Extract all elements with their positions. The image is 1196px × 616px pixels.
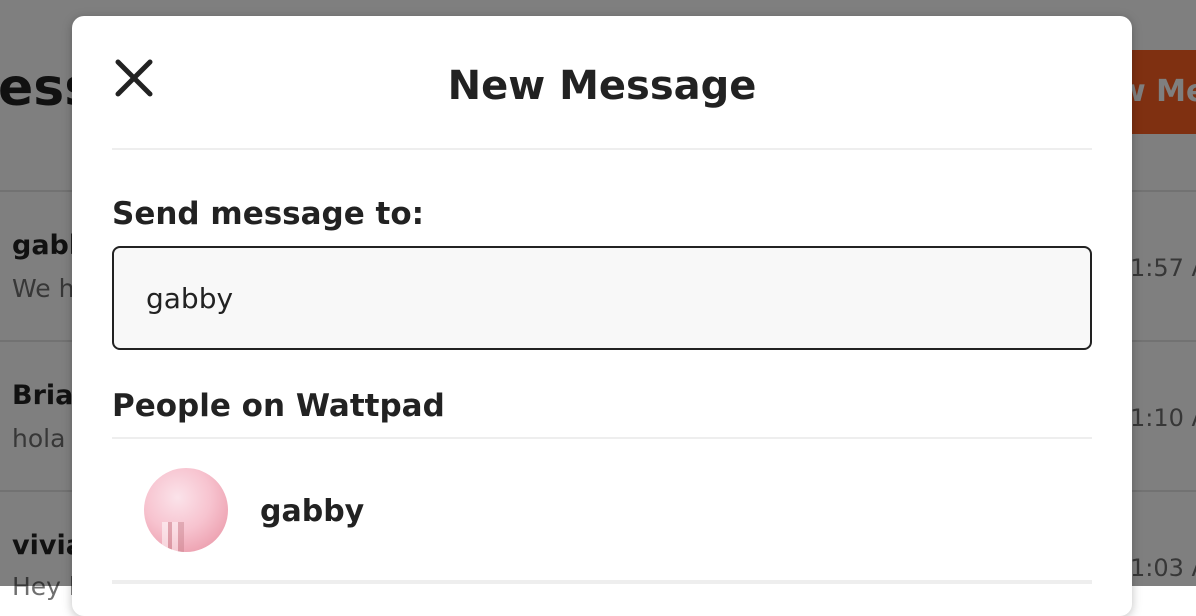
list-divider: [112, 580, 1092, 584]
user-name: gabby: [260, 494, 365, 529]
avatar-image-detail: [162, 522, 192, 552]
results-heading: People on Wattpad: [112, 388, 445, 424]
dialog-title: New Message: [447, 63, 757, 109]
results-divider: [112, 437, 1092, 439]
recipient-label: Send message to:: [112, 196, 425, 232]
user-result-item[interactable]: gabby: [112, 444, 1092, 580]
avatar: [144, 468, 228, 552]
header-divider: [112, 148, 1092, 150]
new-message-dialog: New Message Send message to: People on W…: [72, 16, 1132, 616]
recipient-input[interactable]: [112, 246, 1092, 350]
